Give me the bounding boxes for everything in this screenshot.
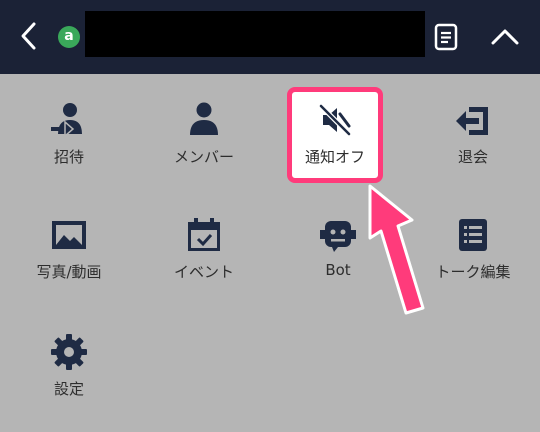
- collapse-button[interactable]: [488, 22, 522, 50]
- notes-button[interactable]: [432, 22, 460, 52]
- chat-avatar: a: [58, 26, 80, 48]
- menu-item-label: 通知オフ: [304, 148, 365, 166]
- invite-icon: [49, 100, 89, 140]
- back-button[interactable]: [14, 20, 44, 52]
- menu-item-label: イベント: [173, 263, 234, 281]
- menu-item-photos[interactable]: 写真/動画: [4, 215, 134, 315]
- members-icon: [184, 100, 224, 140]
- leave-icon: [453, 100, 493, 140]
- menu-item-label: 写真/動画: [36, 263, 102, 281]
- menu-item-settings[interactable]: 設定: [4, 332, 134, 432]
- pointer-arrow: [368, 184, 425, 315]
- menu-item-label: メンバー: [173, 148, 234, 166]
- calendar-icon: [184, 215, 224, 255]
- chevron-up-icon: [491, 29, 519, 45]
- menu-item-events[interactable]: イベント: [139, 215, 269, 315]
- menu-item-label: 招待: [53, 148, 84, 166]
- note-icon: [434, 23, 458, 51]
- chat-title: [85, 11, 425, 57]
- gear-icon: [49, 332, 89, 372]
- photo-icon: [49, 215, 89, 255]
- chevron-left-icon: [21, 22, 36, 50]
- menu-item-label: 設定: [53, 380, 84, 398]
- menu-item-members[interactable]: メンバー: [139, 100, 269, 200]
- menu-item-label: 退会: [457, 148, 488, 166]
- mute-icon: [315, 100, 355, 140]
- menu-item-invite[interactable]: 招待: [4, 100, 134, 200]
- list-icon: [453, 215, 493, 255]
- top-bar: a: [0, 0, 540, 74]
